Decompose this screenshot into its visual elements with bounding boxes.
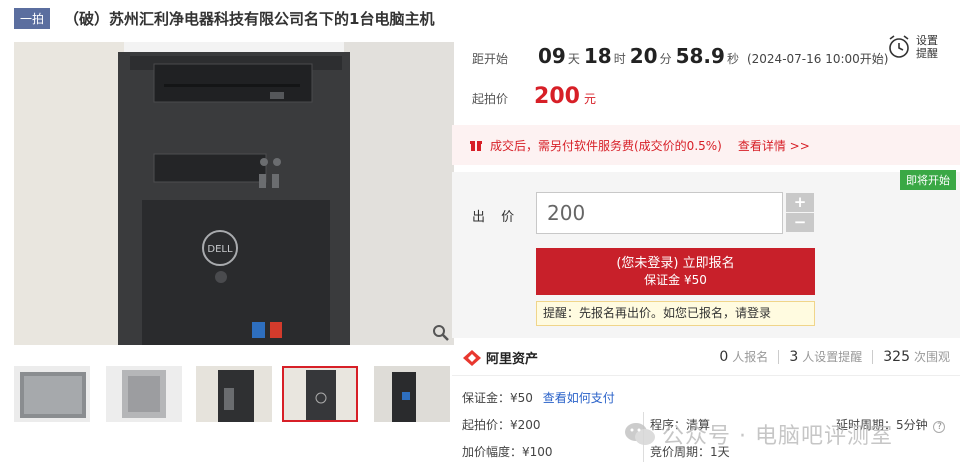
- wechat-icon: [625, 423, 655, 445]
- service-fee-notice: 成交后，需另付软件服务费(成交价的0.5%) 查看详情 >>: [452, 125, 960, 165]
- countdown-days: 09: [538, 44, 566, 68]
- remind-label: 人设置提醒: [802, 350, 863, 364]
- divider: [778, 349, 780, 364]
- signup-label: (您未登录) 立即报名: [616, 256, 735, 271]
- platform-logo[interactable]: 阿里资产: [462, 348, 538, 367]
- countdown-days-unit: 天: [567, 52, 580, 66]
- auction-stats: 0 人报名 3 人设置提醒 325 次围观: [719, 348, 950, 365]
- platform-name: 阿里资产: [486, 352, 539, 367]
- page-title: （破）苏州汇利净电器科技有限公司名下的1台电脑主机: [64, 9, 435, 28]
- view-count: 325: [883, 348, 910, 365]
- remind-count: 3: [789, 348, 799, 365]
- start-price-row: 起拍价 200 元: [472, 84, 596, 109]
- signed-count: 0: [719, 348, 729, 365]
- start-time-note: (2024-07-16 10:00开始): [746, 52, 889, 66]
- start-price-label: 起拍价: [472, 92, 509, 106]
- alarm-clock-icon: [889, 35, 909, 58]
- start-price-value: 200: [534, 84, 580, 109]
- login-hint[interactable]: 提醒：先报名再出价。如您已报名，请登录: [536, 301, 815, 326]
- countdown-hours: 18: [583, 44, 612, 68]
- platform-stats-row: 阿里资产 0 人报名 3 人设置提醒 325 次围观: [452, 340, 960, 376]
- signup-button[interactable]: (您未登录) 立即报名 保证金 ¥50: [536, 248, 815, 295]
- signed-label: 人报名: [732, 350, 769, 364]
- bid-label: 出 价: [472, 210, 521, 225]
- view-label: 次围观: [913, 350, 950, 364]
- zoom-icon[interactable]: [432, 324, 450, 342]
- auction-type-badge: 一拍: [14, 7, 51, 29]
- countdown-row: 距开始 09 天 18 时 20 分 58.9 秒 (2024-07-16 10…: [472, 44, 888, 68]
- service-fee-text: 成交后，需另付软件服务费(成交价的0.5%): [490, 138, 722, 153]
- svg-text:DELL: DELL: [207, 244, 233, 255]
- divider: [872, 349, 874, 364]
- help-icon[interactable]: ?: [933, 421, 946, 433]
- ali-assets-icon: [463, 349, 481, 366]
- deposit-text: 保证金：¥50: [462, 391, 533, 405]
- watermark-text: 公众号 · 电脑吧评测室: [662, 424, 893, 449]
- start-price-unit: 元: [583, 92, 596, 106]
- thumbnail-3[interactable]: [196, 366, 272, 422]
- pc-tower-photo: DELL: [14, 42, 454, 345]
- countdown-seconds-unit: 秒: [726, 52, 739, 66]
- thumbnail-2[interactable]: [106, 366, 182, 422]
- main-product-image[interactable]: DELL: [14, 42, 454, 345]
- thumbnail-strip: [14, 366, 454, 422]
- thumbnail-5[interactable]: [374, 366, 450, 422]
- thumbnail-4-selected[interactable]: [282, 366, 358, 422]
- how-to-pay-link[interactable]: 查看如何支付: [543, 391, 615, 405]
- decrease-bid-button[interactable]: −: [786, 213, 814, 232]
- set-reminder-button[interactable]: 设置 提醒: [886, 34, 938, 60]
- status-badge: 即将开始: [900, 170, 956, 190]
- deposit-info: 保证金：¥50 查看如何支付: [462, 389, 615, 406]
- countdown-minutes: 20: [629, 44, 658, 68]
- watermark: 公众号 · 电脑吧评测室: [624, 418, 893, 450]
- thumbnail-1[interactable]: [14, 366, 90, 422]
- detail-increment: 加价幅度：¥100: [462, 445, 553, 459]
- countdown-label: 距开始: [472, 52, 509, 66]
- gift-icon: [470, 141, 482, 151]
- remind-line-1: 设置: [916, 34, 938, 47]
- increase-bid-button[interactable]: +: [786, 193, 814, 212]
- detail-start-price: 起拍价：¥200: [462, 418, 541, 432]
- deposit-label: 保证金 ¥50: [644, 273, 707, 287]
- title-row: 一拍 （破）苏州汇利净电器科技有限公司名下的1台电脑主机: [14, 6, 434, 30]
- countdown-hours-unit: 时: [613, 52, 626, 66]
- countdown-minutes-unit: 分: [659, 52, 672, 66]
- view-details-link[interactable]: 查看详情 >>: [738, 137, 810, 154]
- remind-line-2: 提醒: [916, 47, 938, 60]
- bid-amount-input[interactable]: 200: [536, 192, 783, 234]
- countdown-seconds: 58.9: [675, 44, 725, 68]
